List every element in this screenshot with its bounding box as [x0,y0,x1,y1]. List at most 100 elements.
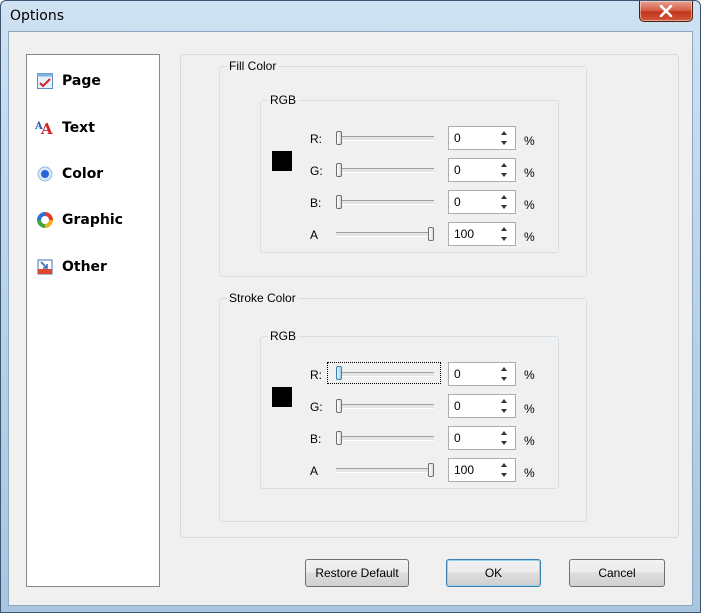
stroke-r-spinbox [448,362,516,386]
fill-a-input[interactable] [454,226,492,242]
spin-down-icon [501,237,507,241]
spin-up-icon [501,463,507,467]
stroke-color-legend: Stroke Color [229,291,296,305]
close-button[interactable] [639,1,693,22]
stroke-b-slider-track[interactable] [336,436,434,441]
spin-down-icon [501,141,507,145]
stroke-g-input[interactable] [454,398,492,414]
fill-r-decrement-button[interactable] [495,138,513,148]
fill-g-slider-thumb[interactable] [336,163,342,177]
spin-up-icon [501,131,507,135]
fill-color-legend: Fill Color [229,59,277,73]
stroke-g-spinbox [448,394,516,418]
sidebar-item-label: Color [62,166,104,182]
stroke-color-swatch [272,387,292,407]
fill-b-slider-track[interactable] [336,200,434,205]
fill-a-spinbox [448,222,516,246]
stroke-g-decrement-button[interactable] [495,406,513,416]
sidebar-item-page[interactable]: Page [35,68,101,94]
stroke-r-label: R: [310,368,322,382]
stroke-a-decrement-button[interactable] [495,470,513,480]
stroke-a-input[interactable] [454,462,492,478]
stroke-b-increment-button[interactable] [495,428,513,438]
fill-rgb-legend: RGB [270,93,297,107]
stroke-g-slider-thumb[interactable] [336,399,342,413]
fill-r-increment-button[interactable] [495,128,513,138]
color-icon [35,164,55,184]
spin-down-icon [501,473,507,477]
category-list: Page A A Text Color Graphic Other [26,54,160,587]
spin-down-icon [501,205,507,209]
fill-a-label: A [310,228,319,242]
stroke-g-increment-button[interactable] [495,396,513,406]
sidebar-item-color[interactable]: Color [35,161,103,187]
fill-a-increment-button[interactable] [495,224,513,234]
stroke-r-slider-track[interactable] [336,372,434,377]
spin-down-icon [501,441,507,445]
fill-r-label: R: [310,132,322,146]
stroke-r-slider-thumb[interactable] [336,366,342,380]
stroke-g-slider-track[interactable] [336,404,434,409]
fill-b-slider-thumb[interactable] [336,195,342,209]
spin-up-icon [501,163,507,167]
sidebar-item-label: Other [62,259,107,275]
spin-up-icon [501,399,507,403]
stroke-a-label: A [310,464,319,478]
color-settings-panel: Fill Color RGB R: % G: [180,54,679,538]
fill-g-decrement-button[interactable] [495,170,513,180]
fill-r-spinbox [448,126,516,150]
spin-down-icon [501,173,507,177]
sidebar-item-text[interactable]: A A Text [34,115,95,141]
fill-b-increment-button[interactable] [495,192,513,202]
ok-button[interactable]: OK [446,559,541,587]
fill-b-spinbox [448,190,516,214]
stroke-g-unit: % [524,402,535,416]
fill-b-unit: % [524,198,535,212]
window-title: Options [10,8,65,24]
stroke-r-input[interactable] [454,366,492,382]
fill-g-input[interactable] [454,162,492,178]
stroke-a-slider-track[interactable] [336,468,434,473]
fill-b-input[interactable] [454,194,492,210]
spin-up-icon [501,431,507,435]
sidebar-item-label: Page [62,73,101,89]
stroke-b-label: B: [310,432,322,446]
stroke-r-increment-button[interactable] [495,364,513,374]
fill-r-unit: % [524,134,535,148]
cancel-button[interactable]: Cancel [569,559,665,587]
stroke-g-label: G: [310,400,323,414]
sidebar-item-other[interactable]: Other [35,254,107,280]
fill-g-spinbox [448,158,516,182]
stroke-b-slider-thumb[interactable] [336,431,342,445]
stroke-a-increment-button[interactable] [495,460,513,470]
fill-a-decrement-button[interactable] [495,234,513,244]
fill-g-slider-track[interactable] [336,168,434,173]
spin-down-icon [501,409,507,413]
stroke-b-unit: % [524,434,535,448]
fill-g-increment-button[interactable] [495,160,513,170]
fill-r-slider-track[interactable] [336,136,434,141]
restore-default-button[interactable]: Restore Default [305,559,409,587]
fill-a-slider-thumb[interactable] [428,227,434,241]
text-icon: A A [34,118,55,138]
stroke-a-unit: % [524,466,535,480]
sidebar-item-graphic[interactable]: Graphic [35,207,123,233]
spin-up-icon [501,195,507,199]
fill-b-decrement-button[interactable] [495,202,513,212]
spin-up-icon [501,367,507,371]
title-bar[interactable]: Options [1,1,700,31]
fill-b-label: B: [310,196,322,210]
svg-text:A: A [40,120,53,138]
fill-r-slider-thumb[interactable] [336,131,342,145]
stroke-a-slider-thumb[interactable] [428,463,434,477]
stroke-a-spinbox [448,458,516,482]
close-icon [659,5,673,17]
fill-r-input[interactable] [454,130,492,146]
stroke-b-decrement-button[interactable] [495,438,513,448]
options-dialog: Options Page A A Text Color Graphic Othe… [0,0,701,613]
stroke-b-input[interactable] [454,430,492,446]
fill-a-slider-track[interactable] [336,232,434,237]
stroke-r-decrement-button[interactable] [495,374,513,384]
fill-a-unit: % [524,230,535,244]
stroke-rgb-legend: RGB [270,329,297,343]
